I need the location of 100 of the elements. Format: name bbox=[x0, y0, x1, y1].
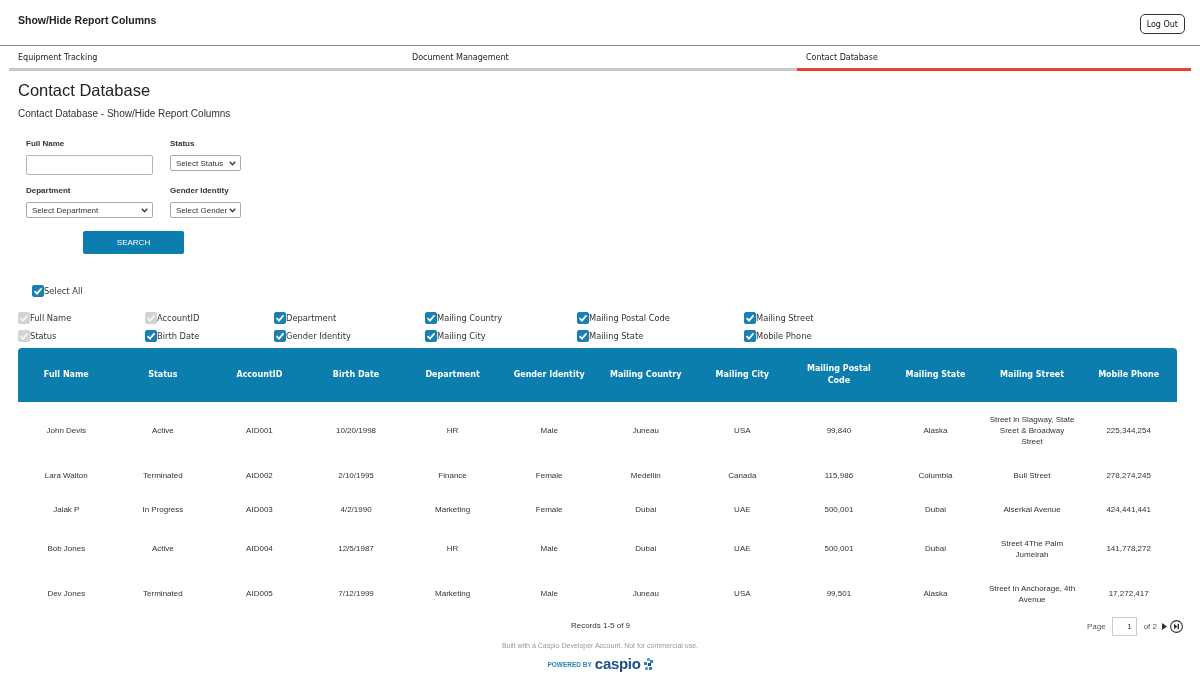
table-cell-text: AID005 bbox=[245, 588, 274, 600]
table-cell-text: Dubai bbox=[924, 503, 947, 516]
table-cell-text: UAE bbox=[733, 503, 752, 516]
skip-end-icon[interactable] bbox=[1170, 619, 1183, 633]
checkbox-label: Gender Identity bbox=[286, 330, 351, 342]
table-cell-text: USA bbox=[733, 588, 752, 600]
select-field[interactable]: Select Status bbox=[170, 155, 241, 171]
table-cell-text: 141,778,272 bbox=[1105, 543, 1152, 555]
table-cell-text: HR bbox=[445, 543, 460, 555]
field-label: Full Name bbox=[26, 139, 65, 149]
table-cell-text: Finance bbox=[437, 469, 468, 482]
next-arrow-icon[interactable] bbox=[1162, 622, 1167, 630]
chevron-down-icon bbox=[229, 160, 236, 166]
column-header[interactable]: Mailing Postal Code bbox=[790, 348, 888, 402]
tab[interactable]: Document Management bbox=[403, 46, 797, 71]
checkbox-label: Mobile Phone bbox=[756, 330, 812, 342]
checkbox[interactable] bbox=[274, 330, 286, 342]
column-header[interactable]: Mobile Phone bbox=[1080, 348, 1177, 402]
table-cell-text: Lara Walton bbox=[43, 469, 89, 482]
checkbox-label: Full Name bbox=[30, 312, 72, 324]
table-cell-text: Male bbox=[539, 424, 559, 437]
table-cell-text: Bob Jones bbox=[46, 543, 87, 555]
column-header[interactable]: Status bbox=[114, 348, 212, 402]
table-cell-text: John Devis bbox=[45, 424, 88, 437]
table-cell-text: Male bbox=[539, 588, 559, 600]
table-cell-text: HR bbox=[445, 424, 460, 437]
table-cell-text: 7/12/1999 bbox=[337, 588, 375, 600]
checkbox-label: Status bbox=[30, 330, 57, 342]
table-cell-text: Street In Anchorage, 4th Avenue bbox=[987, 582, 1077, 606]
column-header[interactable]: Mailing Street bbox=[983, 348, 1081, 402]
table-cell-text: Marketing bbox=[434, 503, 472, 516]
column-header[interactable]: Mailing State bbox=[887, 348, 984, 402]
brand-name[interactable]: caspio bbox=[594, 656, 641, 672]
checkbox[interactable] bbox=[577, 330, 589, 342]
column-header[interactable]: Mailing City bbox=[694, 348, 791, 402]
logout-button[interactable]: Log Out bbox=[1139, 14, 1185, 34]
search-button[interactable]: SEARCH bbox=[83, 231, 184, 254]
table-cell-text: 424,441,441 bbox=[1105, 503, 1152, 516]
table-cell-text: In Progress bbox=[141, 503, 185, 516]
checkbox[interactable] bbox=[425, 312, 437, 324]
table-cell-text: 225,344,254 bbox=[1105, 424, 1152, 437]
table-cell-text: 10/20/1998 bbox=[335, 424, 378, 437]
page-subtitle: Contact Database - Show/Hide Report Columns bbox=[18, 108, 232, 120]
field-label: Gender Identity bbox=[170, 186, 229, 196]
table-cell-text: Terminated bbox=[142, 469, 184, 482]
checkbox-label: Mailing City bbox=[437, 330, 486, 342]
table-cell-text: Dubai bbox=[634, 503, 658, 516]
checkbox[interactable] bbox=[32, 285, 44, 297]
checkbox[interactable] bbox=[145, 330, 157, 342]
page-total: of 2 bbox=[1143, 621, 1157, 631]
table-cell-text: Juneau bbox=[631, 424, 660, 437]
page-field[interactable]: 1 bbox=[1111, 616, 1137, 636]
checkbox[interactable] bbox=[274, 312, 286, 324]
records-count: Records 1-5 of 9 bbox=[570, 621, 631, 631]
input-field[interactable] bbox=[26, 155, 153, 175]
chevron-down-icon bbox=[229, 207, 236, 213]
table-cell-text: Alserkal Avenue bbox=[1002, 503, 1062, 516]
field-label: Department bbox=[26, 186, 71, 196]
table-cell-text: Dubai bbox=[924, 543, 947, 555]
table-cell-text: Street 4The Palm Jumeirah bbox=[999, 537, 1065, 561]
table-cell-text: Marketing bbox=[434, 588, 472, 600]
checkbox[interactable] bbox=[425, 330, 437, 342]
table-cell-text: Female bbox=[534, 469, 564, 482]
table-cell-text: 4/2/1990 bbox=[339, 503, 373, 516]
table-cell-text: USA bbox=[733, 424, 752, 437]
table-cell-text: Columbia bbox=[917, 469, 954, 482]
page-title: Contact Database bbox=[18, 80, 152, 100]
column-header[interactable]: Full Name bbox=[18, 348, 115, 402]
select-field[interactable]: Select Gender bbox=[170, 202, 241, 218]
table-cell-text: Alaska bbox=[922, 588, 949, 600]
table-cell-text: Active bbox=[150, 543, 175, 555]
checkbox[interactable] bbox=[744, 330, 756, 342]
table-cell-text: UAE bbox=[733, 543, 752, 555]
table-cell-text: Bull Street bbox=[1012, 469, 1052, 482]
select-field[interactable]: Select Department bbox=[26, 202, 153, 218]
table-cell-text: AID001 bbox=[245, 424, 274, 437]
table-cell-text: Alaska bbox=[922, 424, 949, 437]
checkbox[interactable] bbox=[577, 312, 589, 324]
table-cell-text: 278,274,245 bbox=[1105, 469, 1152, 482]
table-cell-text: 2/10/1995 bbox=[337, 469, 375, 482]
column-header[interactable]: Mailing Country bbox=[597, 348, 695, 402]
table-cell-text: 115,986 bbox=[823, 469, 855, 482]
table-cell-text: Male bbox=[539, 543, 559, 555]
table-cell-text: 99,840 bbox=[825, 424, 853, 437]
checkbox-label: Birth Date bbox=[157, 330, 200, 342]
checkbox[interactable] bbox=[744, 312, 756, 324]
column-header[interactable]: AccountID bbox=[211, 348, 308, 402]
checkbox-label: Mailing Street bbox=[756, 312, 814, 324]
column-header[interactable]: Birth Date bbox=[307, 348, 405, 402]
tab[interactable]: Contact Database bbox=[797, 46, 1191, 71]
checkbox-label: Mailing Country bbox=[437, 312, 503, 324]
column-header[interactable]: Department bbox=[404, 348, 501, 402]
checkbox-label: Department bbox=[286, 312, 337, 324]
tab[interactable]: Equipment Tracking bbox=[9, 46, 403, 71]
column-header[interactable]: Gender Identity bbox=[500, 348, 598, 402]
table-cell-text: AID003 bbox=[245, 503, 274, 516]
dots-icon bbox=[643, 658, 653, 670]
table-cell-text: Canada bbox=[727, 469, 758, 482]
table-cell-text: Street in Slagway, State Sreet & Broadway Street bbox=[988, 413, 1076, 448]
table-cell-text: Medellin bbox=[629, 469, 662, 482]
